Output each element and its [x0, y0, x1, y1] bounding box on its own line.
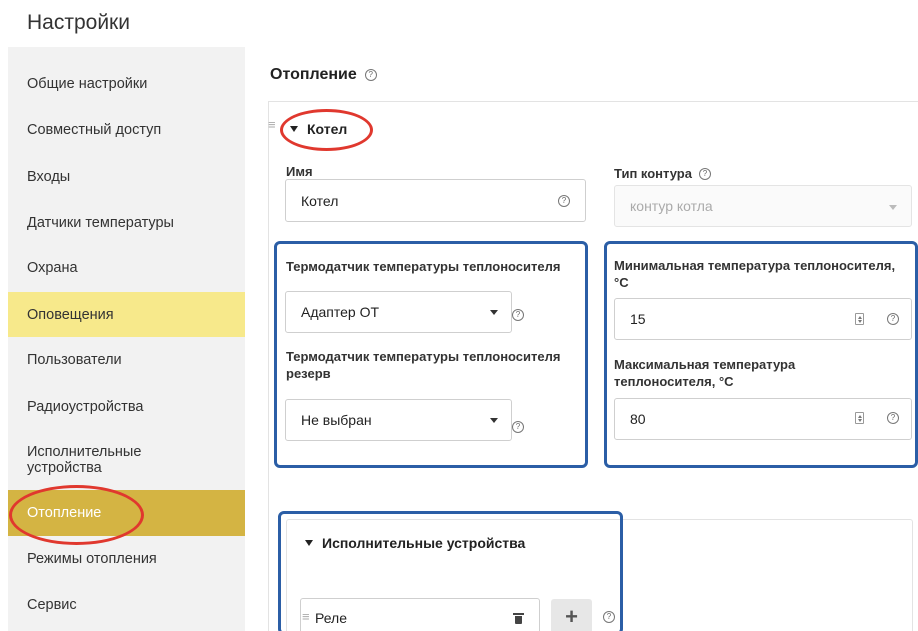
add-actuator-button[interactable]: +	[551, 599, 592, 631]
sensor-select-value: Адаптер ОТ	[301, 304, 380, 320]
question-circle-icon[interactable]: ?	[364, 69, 377, 81]
chevron-down-icon	[889, 205, 897, 210]
sidebar-item-security[interactable]: Охрана	[8, 245, 245, 290]
min-temp-input[interactable]: 15 ?	[614, 298, 912, 340]
stepper-icon[interactable]	[855, 313, 864, 325]
triangle-down-icon	[290, 126, 298, 132]
question-circle-icon[interactable]: ?	[558, 194, 570, 207]
sidebar-item-general[interactable]: Общие настройки	[8, 61, 245, 106]
sidebar-item-inputs[interactable]: Входы	[8, 154, 245, 199]
question-circle-icon[interactable]: ?	[887, 412, 899, 424]
question-circle-icon[interactable]: ?	[512, 309, 524, 321]
sensor-reserve-select[interactable]: Не выбран	[285, 399, 512, 441]
name-label: Имя	[286, 164, 313, 179]
question-circle-icon[interactable]: ?	[603, 611, 615, 623]
sidebar-item-notifications[interactable]: Оповещения	[8, 292, 245, 337]
sidebar-item-radio-devices[interactable]: Радиоустройства	[8, 384, 245, 429]
section-title-text: Отопление	[270, 66, 357, 83]
sensor-reserve-label: Термодатчик температуры теплоносителя ре…	[286, 349, 561, 381]
question-circle-icon[interactable]: ?	[512, 421, 524, 433]
boiler-collapse-header[interactable]: Котел	[290, 121, 347, 137]
min-temp-value: 15	[630, 311, 646, 327]
chevron-down-icon	[490, 418, 498, 423]
sidebar-item-service[interactable]: Сервис	[8, 582, 245, 627]
max-temp-input[interactable]: 80 ?	[614, 398, 912, 440]
drag-handle-icon[interactable]: ≡	[302, 609, 310, 624]
chevron-down-icon	[490, 310, 498, 315]
boiler-header-label: Котел	[307, 121, 348, 137]
sensor-reserve-select-value: Не выбран	[301, 412, 372, 428]
sensor-label: Термодатчик температуры теплоносителя	[286, 259, 561, 274]
page-title: Настройки	[27, 11, 130, 34]
name-input[interactable]: Котел ?	[285, 179, 586, 222]
sidebar-item-temperature-sensors[interactable]: Датчики температуры	[8, 200, 245, 245]
circuit-type-select: контур котла	[614, 185, 912, 227]
triangle-down-icon	[305, 540, 313, 546]
sidebar-item-actuators[interactable]: Исполнительные устройства	[8, 435, 245, 485]
section-title: Отопление ?	[270, 66, 377, 84]
circuit-type-label-text: Тип контура	[614, 166, 692, 181]
max-temp-label: Максимальная температура теплоносителя, …	[614, 357, 796, 389]
sidebar: Общие настройки Совместный доступ Входы …	[8, 47, 245, 631]
question-circle-icon[interactable]: ?	[887, 313, 899, 325]
actuator-item[interactable]: ≡ Реле	[300, 598, 540, 631]
sensor-select[interactable]: Адаптер ОТ	[285, 291, 512, 333]
sidebar-item-heating[interactable]: Отопление	[8, 490, 245, 536]
min-temp-label: Минимальная температура теплоносителя, °…	[614, 258, 896, 290]
name-input-value: Котел	[301, 192, 339, 209]
actuator-item-value: Реле	[315, 610, 347, 626]
sidebar-item-users[interactable]: Пользователи	[8, 337, 245, 382]
circuit-type-label: Тип контура ?	[614, 165, 711, 182]
actuators-header-label: Исполнительные устройства	[322, 535, 526, 551]
sidebar-item-heating-modes[interactable]: Режимы отопления	[8, 536, 245, 581]
sidebar-item-sharing[interactable]: Совместный доступ	[8, 107, 245, 152]
circuit-type-value: контур котла	[630, 198, 713, 214]
max-temp-value: 80	[630, 411, 646, 427]
stepper-icon[interactable]	[855, 412, 864, 424]
drag-handle-icon[interactable]: ≡	[268, 117, 276, 132]
question-circle-icon[interactable]: ?	[698, 167, 711, 180]
actuators-collapse-header[interactable]: Исполнительные устройства	[305, 535, 525, 551]
trash-icon[interactable]	[513, 613, 524, 624]
